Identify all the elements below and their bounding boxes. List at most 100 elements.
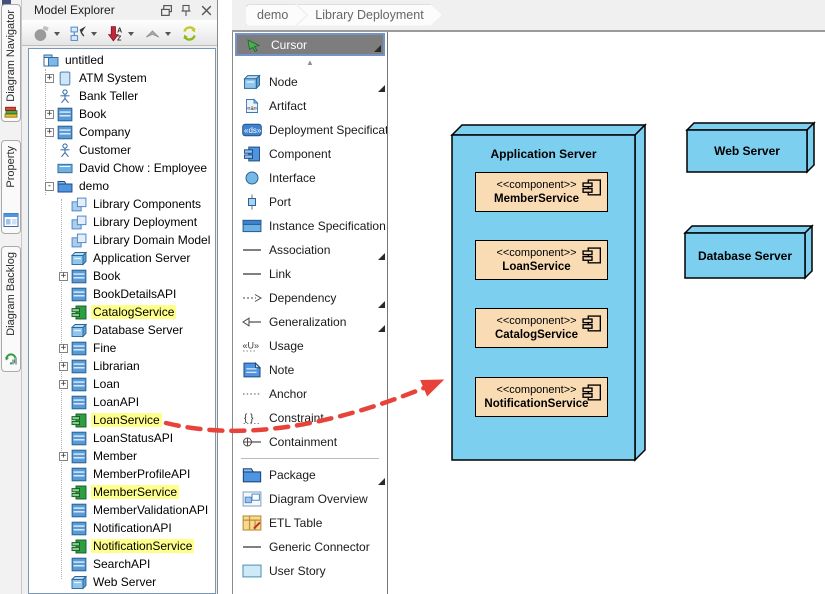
breadcrumb-item-demo[interactable]: demo bbox=[246, 5, 306, 26]
tree-item-book[interactable]: +Book bbox=[29, 105, 215, 123]
palette-item-note[interactable]: Note bbox=[233, 358, 387, 382]
palette-item-dependency[interactable]: Dependency bbox=[233, 286, 387, 310]
tree-item-memberprofileapi[interactable]: MemberProfileAPI bbox=[29, 465, 215, 483]
palette-item-label: Cursor bbox=[271, 38, 307, 52]
expand-toggle-icon[interactable]: + bbox=[59, 272, 68, 281]
component-notificationservice[interactable]: <<component>>NotificationService bbox=[475, 377, 608, 417]
tree-item-company[interactable]: +Company bbox=[29, 123, 215, 141]
collapse-button[interactable] bbox=[141, 22, 163, 44]
show-in-tree-button[interactable] bbox=[67, 22, 89, 44]
component-icon bbox=[582, 247, 602, 264]
palette-item-package[interactable]: Package bbox=[233, 463, 387, 487]
tree-item-memberservice[interactable]: MemberService bbox=[29, 483, 215, 501]
tree-item-loanstatusapi[interactable]: LoanStatusAPI bbox=[29, 429, 215, 447]
palette-item-link[interactable]: Link bbox=[233, 262, 387, 286]
palette-item-interface[interactable]: Interface bbox=[233, 166, 387, 190]
collapse-dropdown[interactable] bbox=[165, 32, 171, 39]
tree-item-atm-system[interactable]: +ATM System bbox=[29, 69, 215, 87]
node-web-server[interactable]: Web Server bbox=[687, 123, 814, 172]
tree-item-label: untitled bbox=[63, 53, 106, 67]
component-catalogservice[interactable]: <<component>>CatalogService bbox=[475, 308, 608, 348]
palette-item-artifact[interactable]: «a»Artifact bbox=[233, 94, 387, 118]
palette-item-label: Deployment Specification bbox=[269, 123, 388, 137]
expand-toggle-icon[interactable]: + bbox=[59, 452, 68, 461]
show-in-tree-dropdown[interactable] bbox=[91, 32, 97, 39]
sort-dropdown[interactable] bbox=[128, 32, 134, 39]
tree-item-demo[interactable]: -demo bbox=[29, 177, 215, 195]
palette-item-generic-connector[interactable]: Generic Connector bbox=[233, 535, 387, 559]
palette-item-anchor[interactable]: Anchor bbox=[233, 382, 387, 406]
sidebar-tab-diagram-backlog[interactable]: Diagram Backlog bbox=[1, 246, 21, 372]
tree-item-catalogservice[interactable]: CatalogService bbox=[29, 303, 215, 321]
component-memberservice[interactable]: <<component>>MemberService bbox=[475, 172, 608, 212]
tree-item-membervalidationapi[interactable]: MemberValidationAPI bbox=[29, 501, 215, 519]
sidebar-tab-property[interactable]: Property bbox=[1, 140, 21, 234]
tree-item-library-deployment[interactable]: Library Deployment bbox=[29, 213, 215, 231]
tree-item-label: Web Server bbox=[91, 575, 158, 589]
create-element-button[interactable] bbox=[30, 22, 52, 44]
tree-item-web-server[interactable]: Web Server bbox=[29, 573, 215, 591]
tree-item-label: Library Domain Model bbox=[91, 233, 212, 247]
tree-item-untitled[interactable]: untitled bbox=[29, 51, 215, 69]
create-element-dropdown[interactable] bbox=[54, 32, 60, 39]
expand-toggle-icon[interactable]: + bbox=[59, 380, 68, 389]
sidebar-tab-diagram-navigator[interactable]: Diagram Navigator bbox=[1, 4, 21, 122]
tree-item-bookdetailsapi[interactable]: BookDetailsAPI bbox=[29, 285, 215, 303]
palette-item-constraint[interactable]: { }Constraint bbox=[233, 406, 387, 430]
tree-item-loanapi[interactable]: LoanAPI bbox=[29, 393, 215, 411]
palette-item-port[interactable]: Port bbox=[233, 190, 387, 214]
expand-toggle-icon[interactable]: + bbox=[45, 128, 54, 137]
palette-item-cursor[interactable]: Cursor bbox=[235, 33, 385, 56]
palette-item-association[interactable]: Association bbox=[233, 238, 387, 262]
breadcrumb-item-library-deployment[interactable]: Library Deployment bbox=[297, 5, 441, 26]
tree-item-fine[interactable]: +Fine bbox=[29, 339, 215, 357]
node-database-server[interactable]: Database Server bbox=[685, 226, 812, 278]
palette-scroll-up[interactable]: ▲ bbox=[233, 56, 387, 70]
tree-item-david-chow-employee[interactable]: David Chow : Employee bbox=[29, 159, 215, 177]
palette-item-instance-specification[interactable]: Instance Specification bbox=[233, 214, 387, 238]
tree-item-librarian[interactable]: +Librarian bbox=[29, 357, 215, 375]
tree-item-library-components[interactable]: Library Components bbox=[29, 195, 215, 213]
tree-item-database-server[interactable]: Database Server bbox=[29, 321, 215, 339]
app-window: Diagram Navigator Property Diagram Backlog… bbox=[0, 0, 825, 594]
palette-item-node[interactable]: Node bbox=[233, 70, 387, 94]
tree-item-notificationservice[interactable]: NotificationService bbox=[29, 537, 215, 555]
usage-icon: «U» bbox=[242, 338, 262, 354]
tree-item-loan[interactable]: +Loan bbox=[29, 375, 215, 393]
palette-item-label: Instance Specification bbox=[269, 219, 386, 233]
pin-panel-button[interactable] bbox=[180, 4, 193, 17]
diagram-icon bbox=[71, 215, 87, 230]
expand-toggle-icon[interactable]: + bbox=[59, 344, 68, 353]
palette-item-usage[interactable]: «U»Usage bbox=[233, 334, 387, 358]
tree-item-bank-teller[interactable]: Bank Teller bbox=[29, 87, 215, 105]
tree-item-book[interactable]: +Book bbox=[29, 267, 215, 285]
collapse-toggle-icon[interactable]: - bbox=[45, 182, 54, 191]
palette-item-generalization[interactable]: Generalization bbox=[233, 310, 387, 334]
palette-item-etl-table[interactable]: ETL Table bbox=[233, 511, 387, 535]
model-icon bbox=[43, 53, 59, 68]
expand-toggle-icon[interactable]: + bbox=[45, 110, 54, 119]
palette-item-component[interactable]: Component bbox=[233, 142, 387, 166]
float-panel-button[interactable] bbox=[160, 4, 173, 17]
class-icon bbox=[71, 521, 87, 536]
palette-item-label: Component bbox=[269, 147, 331, 161]
palette-item-diagram-overview[interactable]: Diagram Overview bbox=[233, 487, 387, 511]
tree-item-customer[interactable]: Customer bbox=[29, 141, 215, 159]
tree-item-library-domain-model[interactable]: Library Domain Model bbox=[29, 231, 215, 249]
palette-item-deployment-specification[interactable]: «ds»Deployment Specification bbox=[233, 118, 387, 142]
palette-item-containment[interactable]: Containment bbox=[233, 430, 387, 454]
tree-item-member[interactable]: +Member bbox=[29, 447, 215, 465]
tree-item-loanservice[interactable]: LoanService bbox=[29, 411, 215, 429]
palette-item-user-story[interactable]: User Story bbox=[233, 559, 387, 583]
tree-item-notificationapi[interactable]: NotificationAPI bbox=[29, 519, 215, 537]
component-loanservice[interactable]: <<component>>LoanService bbox=[475, 240, 608, 280]
refresh-button[interactable] bbox=[178, 22, 200, 44]
close-panel-button[interactable] bbox=[200, 4, 213, 17]
tree-item-application-server[interactable]: Application Server bbox=[29, 249, 215, 267]
expand-toggle-icon[interactable]: + bbox=[59, 362, 68, 371]
expand-toggle-icon[interactable]: + bbox=[45, 74, 54, 83]
svg-text:«U»: «U» bbox=[243, 341, 260, 351]
diagram-canvas[interactable]: Application Server Web Server Database S… bbox=[388, 32, 825, 594]
tree-item-searchapi[interactable]: SearchAPI bbox=[29, 555, 215, 573]
sort-button[interactable]: AZ bbox=[104, 22, 126, 44]
